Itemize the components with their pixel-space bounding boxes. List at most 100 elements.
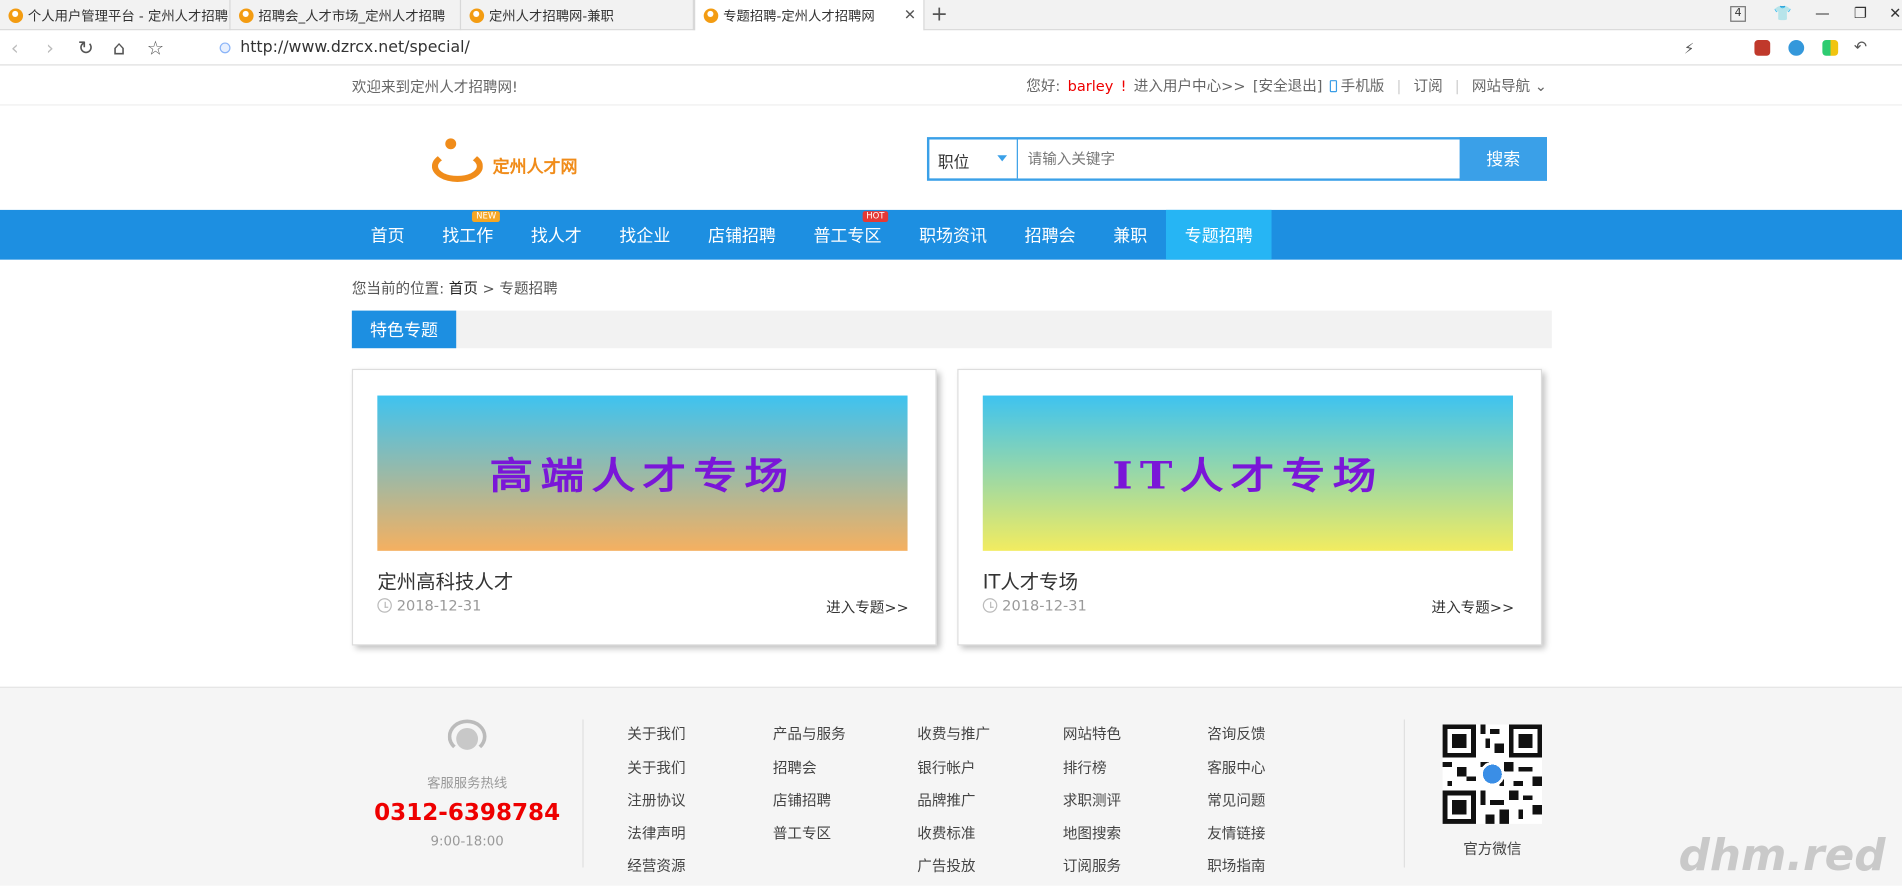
nav-item-find-job[interactable]: 找工作 NEW [423,210,512,260]
skin-icon[interactable]: 👕 [1774,5,1792,22]
footer-link[interactable]: 排行榜 [1063,757,1121,778]
footer-link[interactable]: 普工专区 [773,823,846,844]
enter-special-link[interactable]: 进入专题>> [826,597,909,618]
footer-divider [582,719,584,868]
special-card[interactable]: IT人才专场 IT人才专场 2018-12-31 进入专题>> [957,368,1543,646]
lightning-icon[interactable]: ⚡ [1684,40,1694,57]
tab-close-icon[interactable]: ✕ [904,6,916,23]
main-nav: 首页 找工作 NEW 找人才 找企业 店铺招聘 普工专区 HOT 职场资讯 招聘会 … [0,209,1902,260]
extension-icon[interactable] [1754,40,1771,56]
phone-icon [1329,80,1338,93]
footer-link[interactable]: 友情链接 [1207,823,1265,844]
extension-icon[interactable] [1822,40,1839,56]
forward-icon[interactable]: › [46,36,54,59]
footer-link[interactable]: 订阅服务 [1063,855,1121,876]
tab-count-badge[interactable]: 4 [1730,6,1746,22]
footer-link[interactable]: 收费标准 [917,823,990,844]
breadcrumb-home-link[interactable]: 首页 [449,280,478,297]
footer-link[interactable]: 品牌推广 [917,790,990,811]
footer-link[interactable]: 招聘会 [773,757,846,778]
site-logo[interactable]: 定州人才网 [430,138,578,184]
minimize-button[interactable]: — [1815,5,1830,22]
footer-link[interactable]: 关于我们 [627,757,685,778]
site-nav-dropdown[interactable]: 网站导航 ⌄ [1472,75,1547,96]
hotline-number: 0312-6398784 [374,799,561,827]
restore-button[interactable]: ❐ [1854,5,1867,22]
footer-link[interactable]: 常见问题 [1207,790,1265,811]
footer-column-heading: 关于我们 [627,725,686,743]
clock-icon [982,598,998,613]
user-center-link[interactable]: 进入用户中心>> [1134,75,1246,96]
browser-tab[interactable]: 定州人才招聘网-兼职 [461,0,695,31]
breadcrumb-current: 专题招聘 [499,280,558,298]
nav-item-special[interactable]: 专题招聘 [1165,209,1272,260]
new-tab-button[interactable]: + [931,2,948,26]
footer-link[interactable]: 注册协议 [627,790,685,811]
reload-icon[interactable]: ↻ [78,36,94,59]
site-topbar: 欢迎来到定州人才招聘网! 您好: barley ! 进入用户中心>> [安全退出… [0,66,1902,106]
service-hours: 9:00-18:00 [430,833,504,850]
breadcrumb: 您当前的位置: 首页 > 专题招聘 [351,280,558,298]
footer-link[interactable]: 求职测评 [1063,790,1121,811]
new-badge: NEW [472,211,500,223]
nav-item-find-company[interactable]: 找企业 [601,210,690,260]
mobile-link[interactable]: 手机版 [1329,75,1384,96]
chevron-down-icon: ⌄ [1534,77,1547,95]
special-banner-image[interactable]: IT人才专场 [982,395,1513,551]
special-date: 2018-12-31 [377,597,481,614]
url-field[interactable]: http://www.dzrcx.net/special/ [219,39,470,57]
nav-item-job-fair[interactable]: 招聘会 [1006,210,1095,260]
close-window-button[interactable]: ✕ [1889,5,1901,22]
footer-divider [1403,719,1406,868]
search-input[interactable] [1017,139,1460,179]
favorite-star-icon[interactable]: ☆ [147,36,164,59]
logo-icon [430,138,488,184]
browser-tab-active[interactable]: 专题招聘-定州人才招聘网 ✕ [694,0,925,32]
nav-item-store-jobs[interactable]: 店铺招聘 [689,210,795,260]
logout-link[interactable]: [安全退出] [1253,75,1323,96]
search-category-select[interactable]: 职位 [929,139,1018,179]
search-button[interactable]: 搜索 [1459,137,1547,181]
username-link[interactable]: barley [1068,77,1114,94]
footer-column: 产品与服务 招聘会 店铺招聘 普工专区 [773,723,846,855]
footer-link[interactable]: 职场指南 [1207,855,1265,876]
nav-item-home[interactable]: 首页 [352,210,424,260]
watermark: dhm.red [1678,831,1886,881]
footer-link[interactable]: 经营资源 [627,855,685,876]
special-title-link[interactable]: IT人才专场 [983,565,1078,594]
footer-link[interactable]: 广告投放 [917,855,990,876]
footer-link[interactable]: 法律声明 [627,823,685,844]
section-title: 特色专题 [351,310,457,349]
special-title-link[interactable]: 定州高科技人才 [377,565,513,594]
nav-item-find-talent[interactable]: 找人才 [512,210,601,260]
footer-link[interactable]: 银行帐户 [917,757,990,778]
site-favicon-icon [8,7,24,23]
nav-item-career-news[interactable]: 职场资讯 [900,210,1006,260]
extension-icon[interactable] [1788,40,1805,56]
hot-badge: HOT [862,211,889,223]
footer-column-heading: 咨询反馈 [1207,725,1266,743]
special-banner-image[interactable]: 高端人才专场 [377,395,908,551]
search-box: 职位 搜索 [926,137,1547,181]
footer-column: 网站特色 排行榜 求职测评 地图搜索 订阅服务 [1063,723,1121,886]
address-bar: ‹ › ↻ ⌂ ☆ http://www.dzrcx.net/special/ … [0,30,1902,66]
site-favicon-icon [703,8,719,24]
home-icon[interactable]: ⌂ [113,36,125,59]
back-icon[interactable]: ‹ [11,36,19,59]
nav-item-general-workers[interactable]: 普工专区 HOT [795,210,901,260]
footer-column-heading: 产品与服务 [772,725,846,743]
footer-link[interactable]: 店铺招聘 [773,790,846,811]
welcome-text: 欢迎来到定州人才招聘网! [351,78,518,96]
browser-tabbar: 个人用户管理平台 - 定州人才招聘 招聘会_人才市场_定州人才招聘 定州人才招聘… [0,0,1902,32]
enter-special-link[interactable]: 进入专题>> [1432,597,1515,618]
wechat-qr-code [1442,724,1543,824]
browser-tab[interactable]: 招聘会_人才市场_定州人才招聘 [231,0,462,31]
nav-item-part-time[interactable]: 兼职 [1094,210,1166,260]
globe-icon [219,42,231,54]
subscribe-link[interactable]: 订阅 [1414,75,1443,96]
special-card[interactable]: 高端人才专场 定州高科技人才 2018-12-31 进入专题>> [351,368,937,646]
browser-tab[interactable]: 个人用户管理平台 - 定州人才招聘 [0,0,231,31]
footer-link[interactable]: 客服中心 [1207,757,1265,778]
undo-icon[interactable]: ↶ [1854,39,1867,57]
footer-link[interactable]: 地图搜索 [1063,823,1121,844]
